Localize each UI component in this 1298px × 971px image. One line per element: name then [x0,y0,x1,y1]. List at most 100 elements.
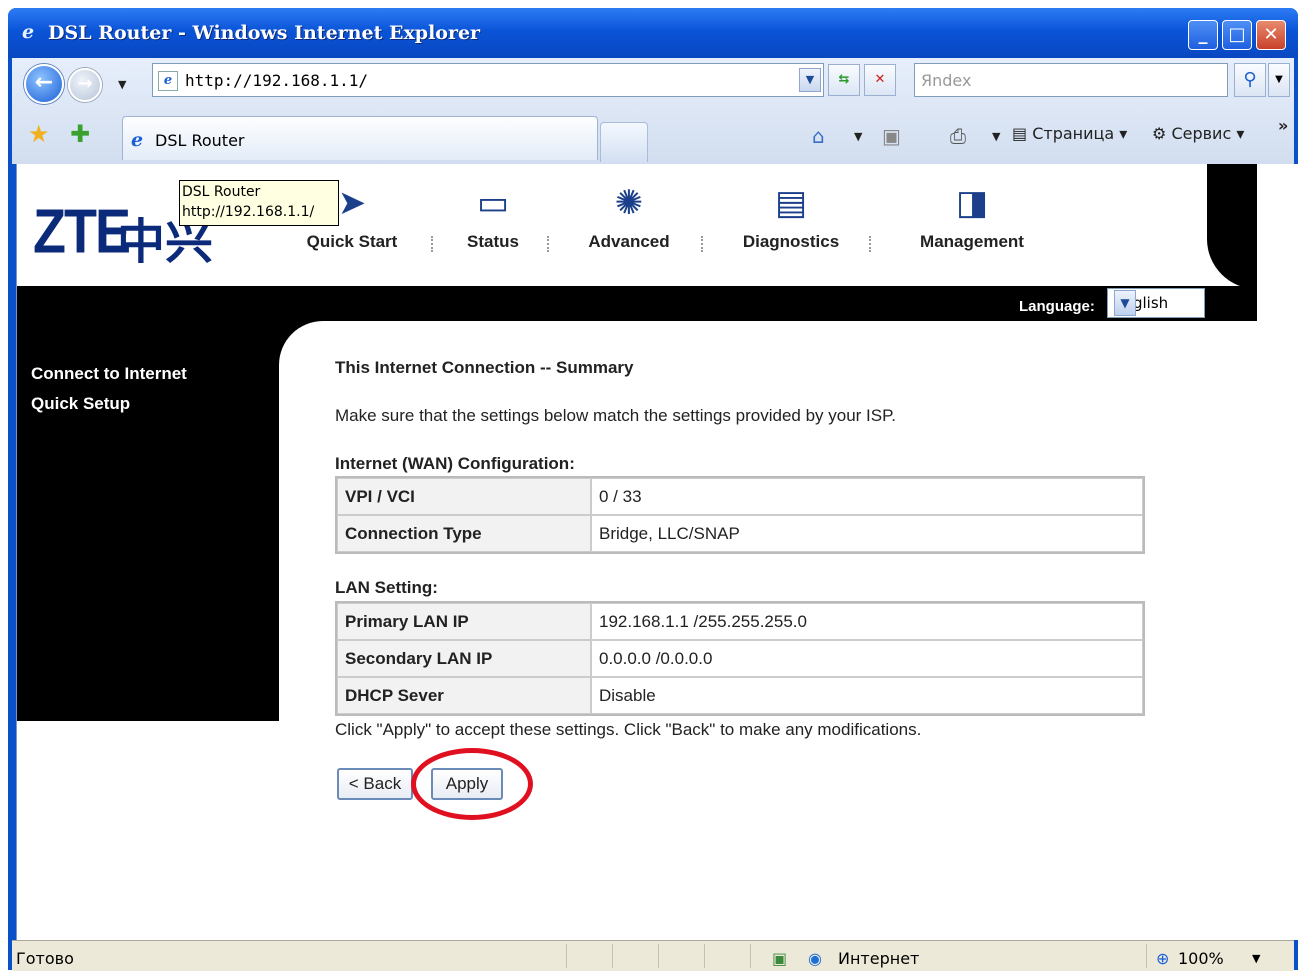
status-divider [658,944,659,968]
nav-separator [431,236,433,252]
table-row: Primary LAN IP 192.168.1.1 /255.255.255.… [337,603,1143,640]
wan-section-title: Internet (WAN) Configuration: [335,454,575,473]
table-key: Secondary LAN IP [337,640,591,677]
address-dropdown-icon[interactable]: ▼ [799,68,821,92]
nav-label: Quick Start [306,232,398,251]
nav-status[interactable]: ▭ Status [457,182,529,252]
tab-ie-icon: e [131,129,144,151]
close-button[interactable]: ✕ [1256,20,1286,50]
status-icon: ▭ [476,183,510,223]
zte-logo: ZTE [33,197,131,267]
stop-button[interactable]: ✕ [864,64,896,96]
back-button[interactable]: ← [24,64,64,104]
language-select[interactable]: English ▼ [1107,288,1205,318]
page-description: Make sure that the settings below match … [335,406,896,425]
zone-label: Интернет [838,949,920,968]
globe-icon: ◉ [808,949,822,968]
page-title: This Internet Connection -- Summary [335,358,634,377]
browser-chrome: ← → ▼ e http://192.168.1.1/ ▼ ⇆ ✕ Яndex … [12,58,1294,164]
page-menu[interactable]: ▤ Страница ▾ [1012,124,1127,143]
language-label: Language: [1019,298,1095,315]
search-icon[interactable]: ⚲ [1234,63,1266,97]
lan-section-title: LAN Setting: [335,578,438,597]
nav-label: Advanced [588,232,670,251]
home-dropdown-icon[interactable]: ▼ [854,130,862,143]
page-icon: e [158,71,178,91]
table-key: DHCP Sever [337,677,591,714]
home-icon[interactable]: ⌂ [812,124,825,148]
nav-separator [547,236,549,252]
table-row: VPI / VCI 0 / 33 [337,478,1143,515]
nav-label: Status [467,232,519,251]
table-value: Bridge, LLC/SNAP [591,515,1143,552]
search-input[interactable]: Яndex [914,63,1228,97]
nav-label: Diagnostics [742,232,840,251]
sidebar-item-quick-setup[interactable]: Quick Setup [31,394,130,414]
favorites-star-icon[interactable]: ★ [28,120,50,148]
nav-diagnostics[interactable]: ▤ Diagnostics [733,182,849,252]
nav-label: Management [920,232,1024,251]
tab-label: DSL Router [155,131,245,150]
forward-button[interactable]: → [68,68,102,102]
back-button-router[interactable]: < Back [337,768,413,800]
zoom-dropdown-icon[interactable]: ▼ [1252,952,1260,965]
browser-window: e DSL Router - Windows Internet Explorer… [8,8,1298,971]
nav-separator [869,236,871,252]
page-viewport: ZTE 中兴 ➤ Quick Start ▭ Status ✺ Advanced… [16,164,1298,940]
print-icon[interactable]: ⎙ [950,124,966,148]
advanced-icon: ✺ [614,183,644,223]
window-title: DSL Router - Windows Internet Explorer [48,22,481,44]
address-url[interactable]: http://192.168.1.1/ [185,71,368,90]
tab-dsl-router[interactable]: e DSL Router [122,116,598,160]
table-key: Primary LAN IP [337,603,591,640]
zoom-icon[interactable]: ⊕ [1156,949,1169,968]
table-key: Connection Type [337,515,591,552]
table-row: Secondary LAN IP 0.0.0.0 /0.0.0.0 [337,640,1143,677]
status-bar: Готово ▣ ◉ Интернет ⊕ 100% ▼ [12,940,1294,971]
sidebar-corner [279,321,367,409]
status-divider [566,944,567,968]
feeds-icon[interactable]: ▣ [882,124,901,148]
maximize-button[interactable]: □ [1222,20,1252,50]
table-key: VPI / VCI [337,478,591,515]
apply-note: Click "Apply" to accept these settings. … [335,720,922,739]
management-icon: ◨ [955,183,989,223]
nav-management[interactable]: ◨ Management [911,182,1033,252]
wan-table: VPI / VCI 0 / 33 Connection Type Bridge,… [335,476,1145,554]
zoom-level[interactable]: 100% [1178,949,1224,968]
table-value: Disable [591,677,1143,714]
protected-mode-icon: ▣ [772,949,788,968]
table-row: DHCP Sever Disable [337,677,1143,714]
status-divider [1146,944,1147,968]
title-bar[interactable]: e DSL Router - Windows Internet Explorer… [8,8,1298,58]
add-favorites-icon[interactable]: ✚ [70,120,90,148]
tooltip: DSL Router http://192.168.1.1/ [179,180,339,226]
ie-icon: e [22,21,35,43]
summary-panel: This Internet Connection -- Summary Make… [335,358,1155,716]
tools-menu-label: Сервис [1171,124,1232,143]
status-text: Готово [16,949,74,968]
highlight-circle [411,748,533,820]
status-divider [612,944,613,968]
page-menu-label: Страница [1032,124,1115,143]
history-dropdown-icon[interactable]: ▼ [118,78,126,91]
print-dropdown-icon[interactable]: ▼ [992,130,1000,143]
table-row: Connection Type Bridge, LLC/SNAP [337,515,1143,552]
table-value: 0 / 33 [591,478,1143,515]
sidebar-item-connect[interactable]: Connect to Internet [31,364,187,384]
tooltip-title: DSL Router [182,184,261,200]
new-tab-button[interactable] [600,122,648,162]
status-divider [704,944,705,968]
chevron-down-icon[interactable]: ▼ [1114,290,1136,316]
search-dropdown-icon[interactable]: ▼ [1268,63,1290,97]
tools-menu[interactable]: ⚙ Сервис ▾ [1152,124,1244,143]
address-bar[interactable]: e http://192.168.1.1/ ▼ [152,63,824,97]
tooltip-url: http://192.168.1.1/ [182,204,315,220]
header-corner [1207,164,1257,289]
search-placeholder: Яndex [921,71,972,90]
refresh-button[interactable]: ⇆ [828,64,860,96]
table-value: 0.0.0.0 /0.0.0.0 [591,640,1143,677]
nav-advanced[interactable]: ✺ Advanced [579,182,679,252]
minimize-button[interactable]: _ [1188,20,1218,50]
more-commands-icon[interactable]: » [1278,116,1288,135]
